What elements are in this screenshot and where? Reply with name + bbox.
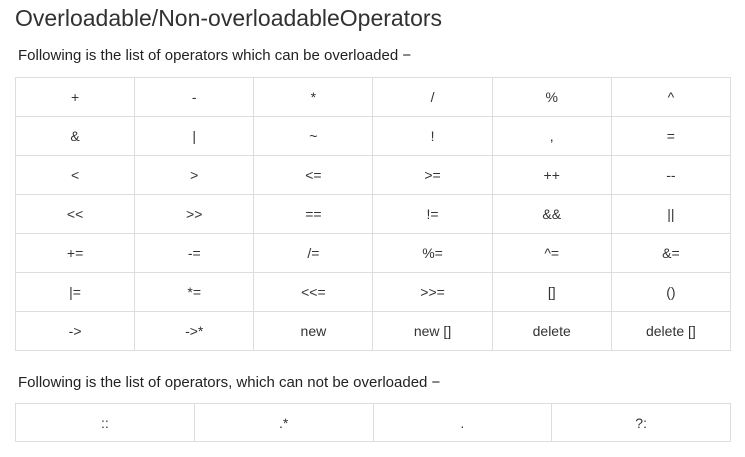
operator-cell: > bbox=[134, 155, 255, 195]
overloadable-operators-table: + - * / % ^ & | ~ ! , = < > <= >= ++ -- … bbox=[14, 77, 732, 351]
operator-cell: & bbox=[14, 116, 136, 156]
operator-cell: *= bbox=[134, 272, 255, 312]
operator-cell: /= bbox=[253, 233, 374, 273]
operator-cell: ~ bbox=[253, 116, 374, 156]
overloadable-intro-text: Following is the list of operators which… bbox=[18, 47, 412, 64]
table-row: << >> == != && || bbox=[14, 194, 732, 234]
operator-cell: += bbox=[14, 233, 136, 273]
operator-cell: -= bbox=[134, 233, 255, 273]
operator-cell: % bbox=[491, 77, 612, 117]
operator-cell: || bbox=[610, 194, 732, 234]
operator-cell: delete bbox=[491, 311, 612, 351]
operator-cell: :: bbox=[15, 403, 195, 442]
operator-cell: >= bbox=[372, 155, 493, 195]
operator-cell: () bbox=[610, 272, 732, 312]
operator-cell: . bbox=[372, 403, 553, 442]
operator-cell: <<= bbox=[253, 272, 374, 312]
page-title: Overloadable/Non-overloadableOperators bbox=[15, 5, 443, 31]
operator-cell: new [] bbox=[372, 311, 493, 351]
operator-cell: == bbox=[253, 194, 374, 234]
operator-cell: -> bbox=[14, 311, 136, 351]
operator-cell: + bbox=[14, 77, 136, 117]
operator-cell: <= bbox=[253, 155, 374, 195]
table-row: + - * / % ^ bbox=[14, 77, 732, 117]
operator-cell: ^= bbox=[491, 233, 612, 273]
operator-cell: && bbox=[491, 194, 612, 234]
operator-cell: * bbox=[253, 77, 374, 117]
non-overloadable-operators-table: :: .* . ?: bbox=[15, 403, 731, 442]
operator-cell: >> bbox=[134, 194, 255, 234]
operator-cell: delete [] bbox=[610, 311, 732, 351]
operator-cell: ^ bbox=[610, 77, 732, 117]
non-overloadable-intro-text: Following is the list of operators, whic… bbox=[18, 374, 441, 391]
operator-cell: << bbox=[14, 194, 136, 234]
table-row: & | ~ ! , = bbox=[14, 116, 732, 156]
operator-cell: / bbox=[372, 77, 493, 117]
table-row: |= *= <<= >>= [] () bbox=[14, 272, 732, 312]
operator-cell: new bbox=[253, 311, 374, 351]
operator-cell: , bbox=[491, 116, 612, 156]
table-row: += -= /= %= ^= &= bbox=[14, 233, 732, 273]
operator-cell: ! bbox=[372, 116, 493, 156]
operator-cell: [] bbox=[491, 272, 612, 312]
operator-cell: = bbox=[610, 116, 732, 156]
operator-cell: >>= bbox=[372, 272, 493, 312]
operator-cell: &= bbox=[610, 233, 732, 273]
operator-cell: .* bbox=[193, 403, 374, 442]
operator-cell: ?: bbox=[551, 403, 731, 442]
operator-cell: -- bbox=[610, 155, 732, 195]
operator-cell: < bbox=[14, 155, 136, 195]
operator-cell: - bbox=[134, 77, 255, 117]
operator-cell: |= bbox=[14, 272, 136, 312]
operator-cell: %= bbox=[372, 233, 493, 273]
table-row: -> ->* new new [] delete delete [] bbox=[14, 311, 732, 351]
operator-cell: ++ bbox=[491, 155, 612, 195]
table-row: :: .* . ?: bbox=[15, 403, 731, 442]
operator-cell: ->* bbox=[134, 311, 255, 351]
operator-cell: != bbox=[372, 194, 493, 234]
table-row: < > <= >= ++ -- bbox=[14, 155, 732, 195]
operator-cell: | bbox=[134, 116, 255, 156]
